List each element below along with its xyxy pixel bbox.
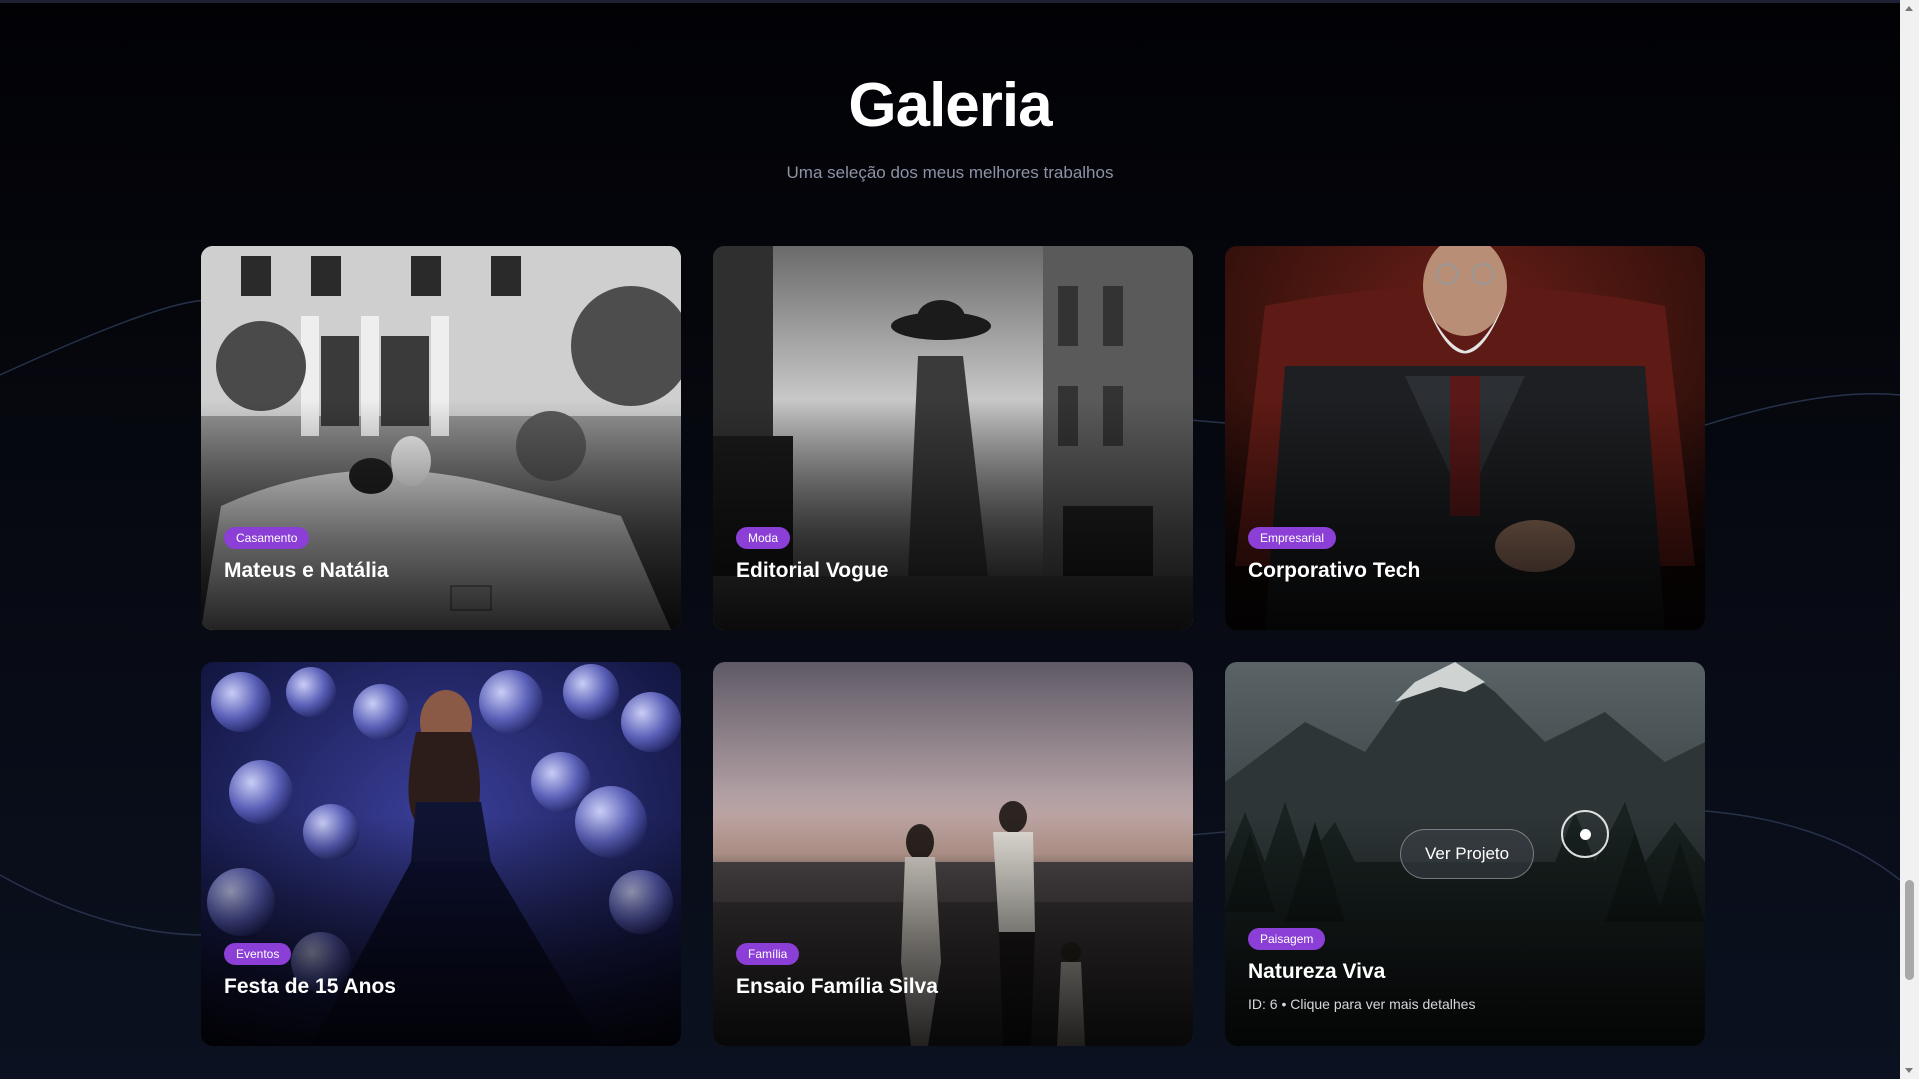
category-badge: Família — [736, 943, 800, 965]
card-title: Editorial Vogue — [736, 559, 889, 582]
category-badge: Paisagem — [1248, 928, 1326, 950]
card-info: Eventos Festa de 15 Anos — [224, 943, 396, 999]
gallery-card-paisagem[interactable]: Ver Projeto Paisagem Natureza Viva ID: 6… — [1225, 662, 1705, 1046]
category-badge: Casamento — [224, 527, 310, 549]
card-title: Corporativo Tech — [1248, 559, 1421, 582]
scroll-thumb[interactable] — [1905, 880, 1914, 980]
page-title: Galeria — [848, 71, 1052, 140]
card-title: Natureza Viva — [1248, 960, 1386, 983]
page-subtitle: Uma seleção dos meus melhores trabalhos — [786, 163, 1114, 182]
card-title: Festa de 15 Anos — [224, 975, 396, 998]
card-title: Ensaio Família Silva — [736, 975, 938, 998]
card-details: ID: 6 • Clique para ver mais detalhes — [1248, 996, 1476, 1012]
scroll-up-icon[interactable] — [1905, 6, 1913, 11]
gallery-grid: Casamento Mateus e Natália Moda Editoria… — [201, 246, 1705, 1046]
card-info: Moda Editorial Vogue — [736, 527, 888, 583]
top-border — [0, 0, 1900, 3]
gallery-card-empresarial[interactable]: Empresarial Corporativo Tech — [1225, 246, 1705, 630]
gallery-header: Galeria Uma seleção dos meus melhores tr… — [0, 70, 1900, 183]
scroll-down-icon[interactable] — [1905, 1068, 1913, 1073]
cursor-icon — [1561, 810, 1609, 858]
category-badge: Empresarial — [1248, 527, 1337, 549]
card-title: Mateus e Natália — [224, 559, 389, 582]
gallery-card-moda[interactable]: Moda Editorial Vogue — [713, 246, 1193, 630]
card-info: Empresarial Corporativo Tech — [1248, 527, 1420, 583]
card-info: Paisagem Natureza Viva ID: 6 • Clique pa… — [1248, 928, 1475, 1012]
card-info: Casamento Mateus e Natália — [224, 527, 389, 583]
gallery-card-eventos[interactable]: Eventos Festa de 15 Anos — [201, 662, 681, 1046]
card-info: Família Ensaio Família Silva — [736, 943, 938, 999]
page-scrollbar[interactable] — [1900, 0, 1919, 1079]
category-badge: Eventos — [224, 943, 292, 965]
gallery-card-familia[interactable]: Família Ensaio Família Silva — [713, 662, 1193, 1046]
gallery-card-casamento[interactable]: Casamento Mateus e Natália — [201, 246, 681, 630]
view-project-button[interactable]: Ver Projeto — [1400, 829, 1535, 879]
category-badge: Moda — [736, 527, 791, 549]
